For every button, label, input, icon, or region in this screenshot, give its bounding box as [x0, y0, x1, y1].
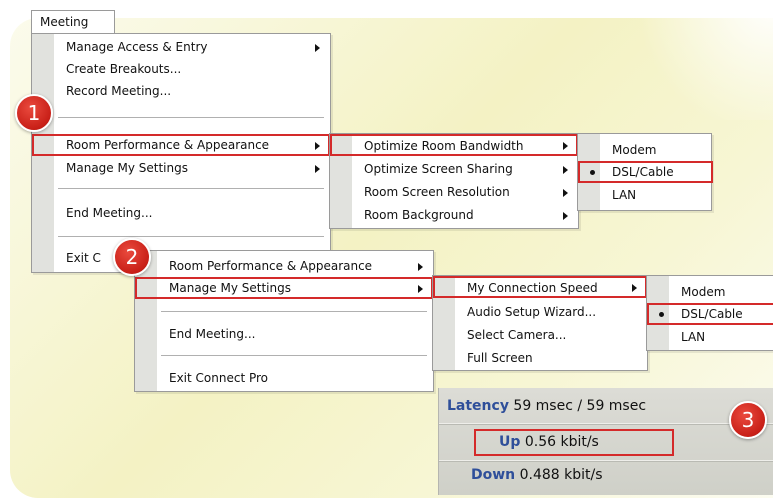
- menu-item-label: Manage Access & Entry: [66, 40, 208, 54]
- menu-item-dsl-cable[interactable]: DSL/Cable: [647, 303, 773, 325]
- menu-item-lan[interactable]: LAN: [578, 185, 711, 206]
- step-badge-2: 2: [113, 238, 151, 276]
- menu-item-label: Manage My Settings: [66, 161, 188, 175]
- step-badge-1: 1: [15, 94, 53, 132]
- menu-item-label: Modem: [681, 285, 726, 299]
- menu-item-manage-settings[interactable]: Manage My Settings: [32, 158, 330, 179]
- menu-item-manage-settings[interactable]: Manage My Settings: [135, 277, 433, 299]
- menu-item-lan[interactable]: LAN: [647, 327, 773, 348]
- menu-item-label: Create Breakouts...: [66, 62, 182, 76]
- menu-item-end-meeting[interactable]: End Meeting...: [135, 324, 433, 345]
- menu-item-optimize-screen-sharing[interactable]: Optimize Screen Sharing: [330, 159, 578, 180]
- menu-item-select-camera[interactable]: Select Camera...: [433, 325, 647, 346]
- menu-item-label: Record Meeting...: [66, 84, 172, 98]
- latency-label: Latency: [447, 398, 509, 414]
- up-readout: Up 0.56 kbit/s: [499, 434, 599, 450]
- status-separator: [439, 460, 773, 462]
- menu-item-label: DSL/Cable: [681, 307, 743, 321]
- menu-item-label: Exit Connect Pro: [169, 371, 269, 385]
- submenu-arrow-icon: [315, 165, 320, 173]
- menu-item-room-screen-resolution[interactable]: Room Screen Resolution: [330, 182, 578, 203]
- down-value: 0.488 kbit/s: [519, 467, 603, 483]
- latency-readout: Latency 59 msec / 59 msec: [447, 398, 646, 414]
- down-readout: Down 0.488 kbit/s: [471, 467, 603, 483]
- submenu-arrow-icon: [315, 44, 320, 52]
- connection-speed-submenu: Modem DSL/Cable LAN: [646, 275, 773, 351]
- latency-value: 59 msec / 59 msec: [513, 398, 647, 414]
- menu-item-label: Optimize Room Bandwidth: [364, 139, 524, 153]
- up-value: 0.56 kbit/s: [524, 434, 599, 450]
- submenu-arrow-icon: [563, 166, 568, 174]
- step-badge-3: 3: [729, 401, 767, 439]
- menu-item-manage-access[interactable]: Manage Access & Entry: [32, 37, 330, 58]
- menu-item-label: Room Screen Resolution: [364, 185, 510, 199]
- menu-item-label: Audio Setup Wizard...: [467, 305, 597, 319]
- menu-tab-meeting[interactable]: Meeting: [31, 10, 115, 34]
- selected-bullet-icon: [590, 170, 595, 175]
- menu-separator: [161, 355, 427, 357]
- menu-item-label: Exit C: [66, 251, 101, 265]
- menu-item-my-connection-speed[interactable]: My Connection Speed: [433, 276, 647, 298]
- menu-item-end-meeting[interactable]: End Meeting...: [32, 203, 330, 224]
- menu-item-audio-setup-wizard[interactable]: Audio Setup Wizard...: [433, 302, 647, 323]
- menu-item-label: Room Background: [364, 208, 474, 222]
- menu-item-label: End Meeting...: [169, 327, 256, 341]
- submenu-arrow-icon: [418, 285, 423, 293]
- meeting-menu: Manage Access & Entry Create Breakouts..…: [31, 33, 331, 273]
- menu-item-dsl-cable[interactable]: DSL/Cable: [578, 161, 713, 183]
- bandwidth-options-submenu: Modem DSL/Cable LAN: [577, 133, 713, 211]
- menu-item-label: Full Screen: [467, 351, 533, 365]
- selected-bullet-icon: [659, 312, 664, 317]
- menu-item-room-performance[interactable]: Room Performance & Appearance: [135, 256, 433, 277]
- submenu-arrow-icon: [315, 142, 320, 150]
- menu-item-label: End Meeting...: [66, 206, 153, 220]
- menu-item-label: Manage My Settings: [169, 281, 291, 295]
- submenu-arrow-icon: [563, 189, 568, 197]
- menu-item-label: Room Performance & Appearance: [169, 259, 373, 273]
- menu-item-create-breakouts[interactable]: Create Breakouts...: [32, 59, 330, 80]
- menu-item-label: Modem: [612, 143, 657, 157]
- menu-item-optimize-bandwidth[interactable]: Optimize Room Bandwidth: [330, 134, 578, 156]
- up-label: Up: [499, 434, 521, 450]
- room-performance-submenu: Optimize Room Bandwidth Optimize Screen …: [329, 133, 579, 229]
- menu-item-label: DSL/Cable: [612, 165, 674, 179]
- background-glow: [620, 0, 773, 120]
- menu-separator: [161, 311, 427, 313]
- submenu-arrow-icon: [418, 263, 423, 271]
- menu-item-label: LAN: [681, 330, 706, 344]
- menu-item-room-background[interactable]: Room Background: [330, 205, 578, 226]
- submenu-arrow-icon: [632, 284, 637, 292]
- status-separator: [439, 423, 773, 425]
- connection-status-panel: Latency 59 msec / 59 msec Up 0.56 kbit/s…: [438, 388, 773, 495]
- menu-item-modem[interactable]: Modem: [578, 140, 711, 161]
- menu-item-modem[interactable]: Modem: [647, 282, 773, 303]
- submenu-arrow-icon: [563, 212, 568, 220]
- menu-separator: [58, 188, 324, 190]
- menu-item-full-screen[interactable]: Full Screen: [433, 348, 647, 369]
- menu-item-exit-connect-pro[interactable]: Exit Connect Pro: [135, 368, 433, 389]
- menu-item-label: Optimize Screen Sharing: [364, 162, 513, 176]
- menu-item-room-performance[interactable]: Room Performance & Appearance: [32, 134, 330, 156]
- menu-item-label: My Connection Speed: [467, 281, 598, 295]
- menu-item-label: Select Camera...: [467, 328, 567, 342]
- menu-item-label: LAN: [612, 188, 637, 202]
- my-settings-submenu: My Connection Speed Audio Setup Wizard..…: [432, 275, 648, 371]
- menu-separator: [58, 236, 324, 238]
- submenu-arrow-icon: [563, 142, 568, 150]
- menu-separator: [58, 117, 324, 119]
- menu-item-record-meeting[interactable]: Record Meeting...: [32, 81, 330, 102]
- menu-tab-label: Meeting: [40, 15, 89, 29]
- meeting-menu-2: Room Performance & Appearance Manage My …: [134, 250, 434, 392]
- down-label: Down: [471, 467, 516, 483]
- menu-item-label: Room Performance & Appearance: [66, 138, 270, 152]
